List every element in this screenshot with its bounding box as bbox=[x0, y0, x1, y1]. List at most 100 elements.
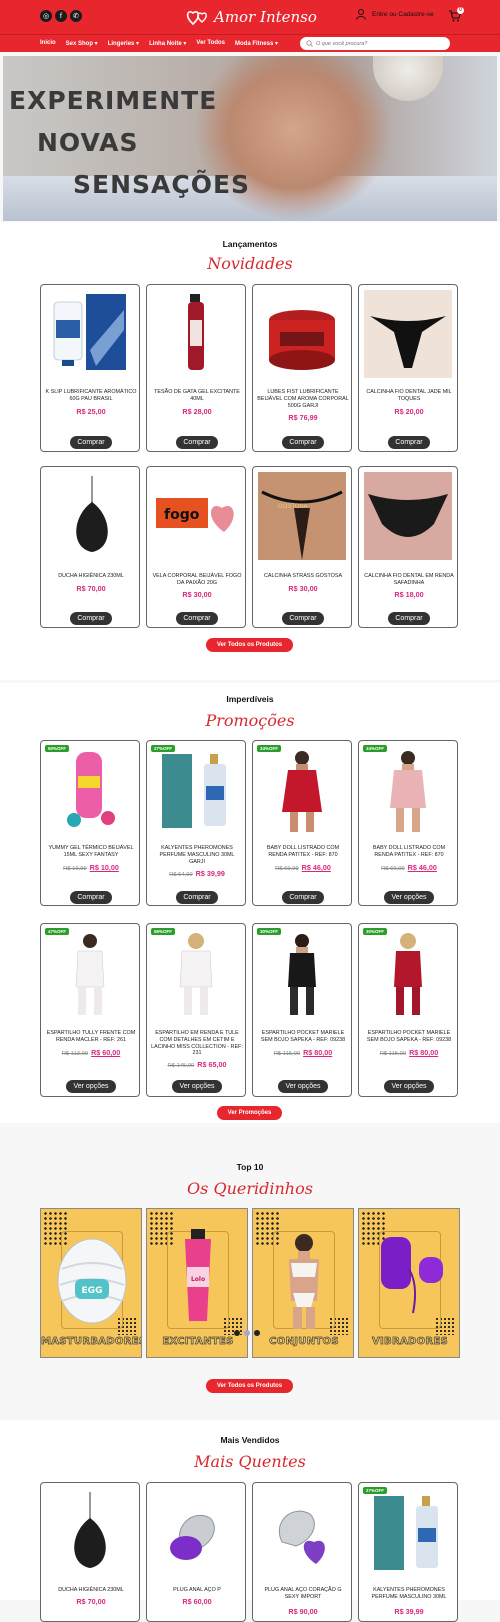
buy-button[interactable]: Comprar bbox=[282, 891, 324, 904]
carousel-dot-active[interactable] bbox=[244, 1330, 250, 1336]
site-logo[interactable]: Amor Intenso bbox=[186, 6, 317, 28]
discount-badge: 47%OFF bbox=[45, 928, 70, 935]
cart-count-badge: 0 bbox=[457, 7, 464, 14]
facebook-icon[interactable]: f bbox=[55, 10, 67, 22]
product-name[interactable]: KALYENTES PHEROMONES PERFUME MASCULINO 3… bbox=[363, 1587, 455, 1601]
product-image-corset-black bbox=[288, 934, 316, 1015]
product-price: R$ 54,99 R$ 39,99 bbox=[147, 869, 247, 878]
product-card[interactable]: 50%OFF YUMMY GEL TÉRMICO BEIJÁVEL 15ML S… bbox=[40, 740, 140, 906]
product-name[interactable]: DUCHA HIGIÊNICA 230ML bbox=[45, 573, 137, 580]
product-name[interactable]: BABY DOLL LISTRADO COM RENDA PATITEX - R… bbox=[257, 845, 349, 859]
product-card[interactable]: 30%OFF ESPARTILHO POCKET MARIELE SEM BOJ… bbox=[358, 923, 458, 1097]
category-tile-excitantes[interactable]: Lolo EXCITANTES bbox=[146, 1208, 248, 1358]
product-card[interactable]: CALCINHA FIO DENTAL JADE MIL TOQUES R$ 2… bbox=[358, 284, 458, 452]
product-card[interactable]: 27%OFF KALYENTES PHEROMONES PERFUME MASC… bbox=[358, 1482, 458, 1622]
hero-banner[interactable]: EXPERIMENTE NOVAS SENSAÇÕES bbox=[3, 56, 497, 221]
product-price: R$ 28,00 bbox=[182, 407, 212, 416]
buy-button[interactable]: Comprar bbox=[176, 891, 218, 904]
whatsapp-icon[interactable]: ✆ bbox=[70, 10, 82, 22]
product-name[interactable]: PLUG ANAL AÇO P bbox=[151, 1587, 243, 1594]
product-image-corset-red bbox=[394, 933, 422, 1015]
product-card[interactable]: 27%OFF KALYENTES PHEROMONES PERFUME MASC… bbox=[146, 740, 246, 906]
category-tile-masturbadores[interactable]: EGG MASTURBADORES bbox=[40, 1208, 142, 1358]
sale-price: R$ 46,00 bbox=[301, 863, 331, 872]
buy-button[interactable]: Comprar bbox=[282, 612, 324, 625]
product-name[interactable]: YUMMY GEL TÉRMICO BEIJÁVEL 15ML SEXY FAN… bbox=[45, 845, 137, 859]
hero-headline-2: NOVAS bbox=[37, 128, 139, 157]
product-name[interactable]: BABY DOLL LISTRADO COM RENDA PATITEX - R… bbox=[363, 845, 455, 859]
product-card[interactable]: PLUG ANAL AÇO P R$ 60,00 bbox=[146, 1482, 246, 1622]
nav-item-ver-todos[interactable]: Ver Todos bbox=[196, 40, 225, 47]
sale-price: R$ 60,00 bbox=[91, 1048, 121, 1057]
product-price: R$ 69,99 R$ 46,00 bbox=[253, 863, 353, 872]
product-card[interactable]: DUCHA HIGIÊNICA 230ML R$ 70,00 Comprar bbox=[40, 466, 140, 628]
buy-button[interactable]: Comprar bbox=[176, 436, 218, 449]
product-card[interactable]: 30%OFF ESPARTILHO POCKET MARIELE SEM BOJ… bbox=[252, 923, 352, 1097]
product-name[interactable]: ESPARTILHO EM RENDA E TULE COM DETALHES … bbox=[151, 1030, 243, 1057]
product-card[interactable]: GOSTOSA CALCINHA STRASS GOSTOSA R$ 30,00… bbox=[252, 466, 352, 628]
product-card[interactable]: 55%OFF ESPARTILHO EM RENDA E TULE COM DE… bbox=[146, 923, 246, 1097]
discount-badge: 30%OFF bbox=[257, 928, 282, 935]
product-card[interactable]: K SLIP LUBRIFICANTE AROMÁTICO 60G PAU BR… bbox=[40, 284, 140, 452]
options-button[interactable]: Ver opções bbox=[278, 1080, 328, 1093]
view-all-products-button[interactable]: Ver Todos os Produtos bbox=[206, 638, 293, 652]
product-name[interactable]: ESPARTILHO POCKET MARIELE SEM BOJO SAPEK… bbox=[257, 1030, 349, 1044]
product-card[interactable]: fogo VELA CORPORAL BEIJÁVEL FOGO DA PAIX… bbox=[146, 466, 246, 628]
carousel-dot[interactable] bbox=[234, 1330, 240, 1336]
product-card[interactable]: 34%OFF BABY DOLL LISTRADO COM RENDA PATI… bbox=[358, 740, 458, 906]
category-tile-vibradores[interactable]: VIBRADORES bbox=[358, 1208, 460, 1358]
instagram-icon[interactable]: ◎ bbox=[40, 10, 52, 22]
search-icon[interactable] bbox=[306, 40, 313, 47]
hearts-logo-icon bbox=[186, 11, 207, 26]
buy-button[interactable]: Comprar bbox=[388, 436, 430, 449]
top-header: ◎ f ✆ Amor Intenso Entre ou Cadastre-se … bbox=[0, 0, 500, 34]
product-card[interactable]: DUCHA HIGIÊNICA 230ML R$ 70,00 bbox=[40, 1482, 140, 1622]
product-card[interactable]: CALCINHA FIO DENTAL EM RENDA SAFADINHA R… bbox=[358, 466, 458, 628]
buy-button[interactable]: Comprar bbox=[282, 436, 324, 449]
product-card[interactable]: LUBES FIST LUBRIFICANTE BEIJÁVEL COM ARO… bbox=[252, 284, 352, 452]
product-name[interactable]: VELA CORPORAL BEIJÁVEL FOGO DA PAIXÃO 20… bbox=[151, 573, 243, 587]
category-tile-conjuntos[interactable]: CONJUNTOS bbox=[252, 1208, 354, 1358]
product-name[interactable]: CALCINHA FIO DENTAL JADE MIL TOQUES bbox=[363, 389, 455, 403]
product-card[interactable]: TESÃO DE GATA GEL EXCITANTE 40ML R$ 28,0… bbox=[146, 284, 246, 452]
nav-item-inicio[interactable]: Início bbox=[40, 40, 56, 47]
options-button[interactable]: Ver opções bbox=[66, 1080, 116, 1093]
carousel-dot[interactable] bbox=[254, 1330, 260, 1336]
svg-text:EGG: EGG bbox=[82, 1286, 103, 1296]
product-image-babydoll-red bbox=[282, 751, 322, 832]
buy-button[interactable]: Comprar bbox=[70, 891, 112, 904]
nav-item-moda-fitness[interactable]: Moda Fitness ▾ bbox=[235, 40, 278, 47]
options-button[interactable]: Ver opções bbox=[384, 891, 434, 904]
product-name[interactable]: DUCHA HIGIÊNICA 230ML bbox=[45, 1587, 137, 1594]
product-name[interactable]: ESPARTILHO TULLY FRENTE COM RENDA MACLER… bbox=[45, 1030, 137, 1044]
sale-price: R$ 80,00 bbox=[303, 1048, 333, 1057]
view-promotions-button[interactable]: Ver Promoções bbox=[217, 1106, 282, 1120]
nav-item-sex-shop[interactable]: Sex Shop ▾ bbox=[66, 40, 98, 47]
account-link[interactable]: Entre ou Cadastre-se bbox=[356, 9, 434, 20]
product-name[interactable]: CALCINHA FIO DENTAL EM RENDA SAFADINHA bbox=[363, 573, 455, 587]
nav-item-lingeries[interactable]: Lingeries ▾ bbox=[108, 40, 139, 47]
view-all-products-button-2[interactable]: Ver Todos os Produtos bbox=[206, 1379, 293, 1393]
product-name[interactable]: ESPARTILHO POCKET MARIELE SEM BOJO SAPEK… bbox=[363, 1030, 455, 1044]
buy-button[interactable]: Comprar bbox=[388, 612, 430, 625]
product-card[interactable]: 47%OFF ESPARTILHO TULLY FRENTE COM RENDA… bbox=[40, 923, 140, 1097]
product-price: R$ 25,00 bbox=[76, 407, 106, 416]
cart-button[interactable]: 0 bbox=[448, 7, 464, 23]
product-price: R$ 60,00 bbox=[182, 1597, 212, 1606]
buy-button[interactable]: Comprar bbox=[176, 612, 218, 625]
nav-item-linha-noite[interactable]: Linha Noite ▾ bbox=[149, 40, 186, 47]
search-input[interactable] bbox=[316, 40, 441, 47]
product-name[interactable]: CALCINHA STRASS GOSTOSA bbox=[257, 573, 349, 580]
options-button[interactable]: Ver opções bbox=[384, 1080, 434, 1093]
product-name[interactable]: PLUG ANAL AÇO CORAÇÃO G SEXY IMPORT bbox=[257, 1587, 349, 1601]
buy-button[interactable]: Comprar bbox=[70, 612, 112, 625]
product-name[interactable]: K SLIP LUBRIFICANTE AROMÁTICO 60G PAU BR… bbox=[45, 389, 137, 403]
product-card[interactable]: 34%OFF BABY DOLL LISTRADO COM RENDA PATI… bbox=[252, 740, 352, 906]
product-card[interactable]: PLUG ANAL AÇO CORAÇÃO G SEXY IMPORT R$ 9… bbox=[252, 1482, 352, 1622]
product-name[interactable]: LUBES FIST LUBRIFICANTE BEIJÁVEL COM ARO… bbox=[257, 389, 349, 409]
buy-button[interactable]: Comprar bbox=[70, 436, 112, 449]
product-price: R$ 30,00 bbox=[288, 584, 318, 593]
options-button[interactable]: Ver opções bbox=[172, 1080, 222, 1093]
product-name[interactable]: TESÃO DE GATA GEL EXCITANTE 40ML bbox=[151, 389, 243, 403]
product-name[interactable]: KALYENTES PHEROMONES PERFUME MASCULINO 3… bbox=[151, 845, 243, 865]
